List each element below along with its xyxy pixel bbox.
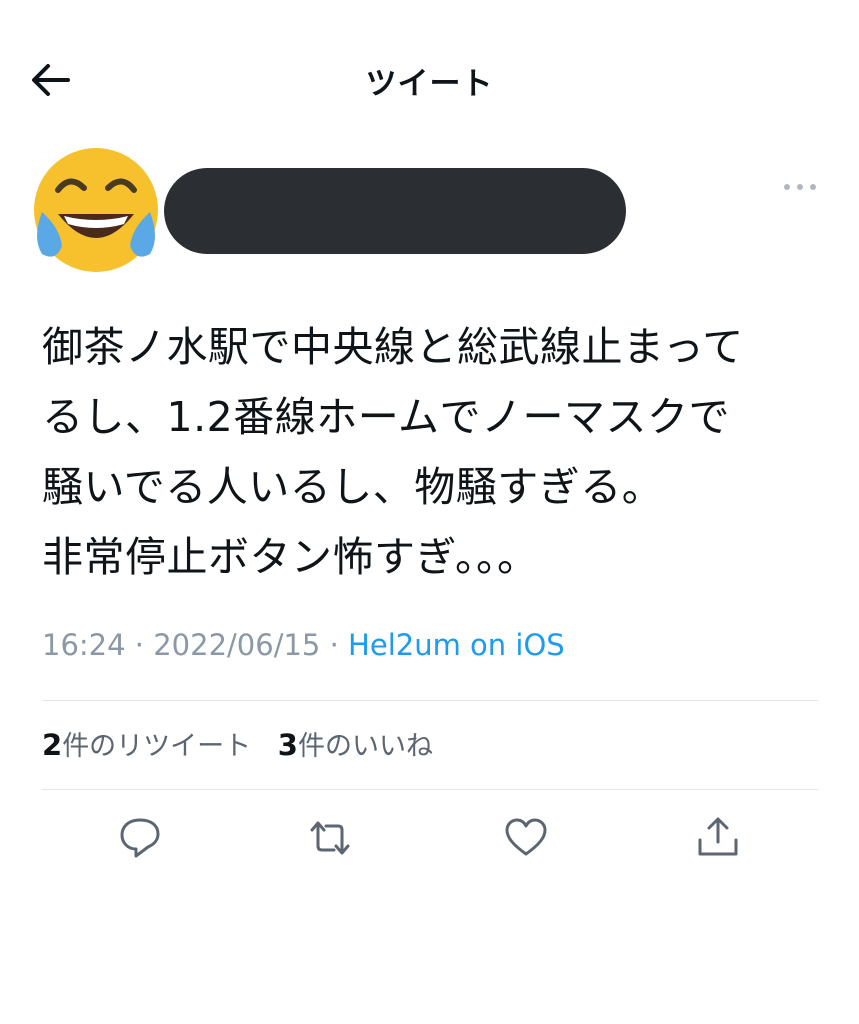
meta-separator: · — [320, 628, 349, 662]
divider — [42, 700, 818, 701]
divider — [42, 789, 818, 790]
retweets-stat[interactable]: 2件のリツイート — [42, 728, 252, 762]
reply-icon — [120, 818, 160, 858]
page-title: ツイート — [365, 66, 494, 102]
redacted-username — [164, 168, 626, 254]
likes-count: 3 — [277, 728, 298, 762]
retweets-count: 2 — [42, 728, 63, 762]
tweet-text: 御茶ノ水駅で中央線と総武線止まって るし、1.2番線ホームでノーマスクで 騒いで… — [42, 323, 744, 581]
share-button[interactable] — [692, 812, 744, 864]
retweets-label: 件のリツイート — [62, 731, 252, 762]
tweet-stats: 2件のリツイート 3件のいいね — [42, 724, 451, 763]
top-bar: ツイート — [0, 0, 859, 160]
likes-label: 件のいいね — [297, 731, 433, 762]
more-options-button[interactable] — [782, 178, 818, 196]
tweet-date: 2022/06/15 — [153, 628, 321, 662]
likes-stat[interactable]: 3件のいいね — [277, 728, 433, 762]
face-with-tears-of-joy-icon — [34, 148, 158, 272]
retweet-icon — [310, 821, 350, 855]
heart-icon — [505, 818, 547, 856]
tweet-time: 16:24 — [42, 628, 126, 662]
avatar[interactable] — [28, 142, 164, 278]
retweet-button[interactable] — [304, 812, 356, 864]
like-button[interactable] — [500, 812, 552, 864]
meta-separator: · — [125, 628, 154, 662]
tweet-source-link[interactable]: Hel2um on iOS — [348, 628, 565, 662]
share-icon — [698, 817, 738, 856]
action-bar — [0, 812, 859, 872]
reply-button[interactable] — [114, 812, 166, 864]
tweet-meta: 16:24 · 2022/06/15 · Hel2um on iOS — [42, 628, 565, 662]
more-horizontal-icon — [784, 184, 816, 190]
